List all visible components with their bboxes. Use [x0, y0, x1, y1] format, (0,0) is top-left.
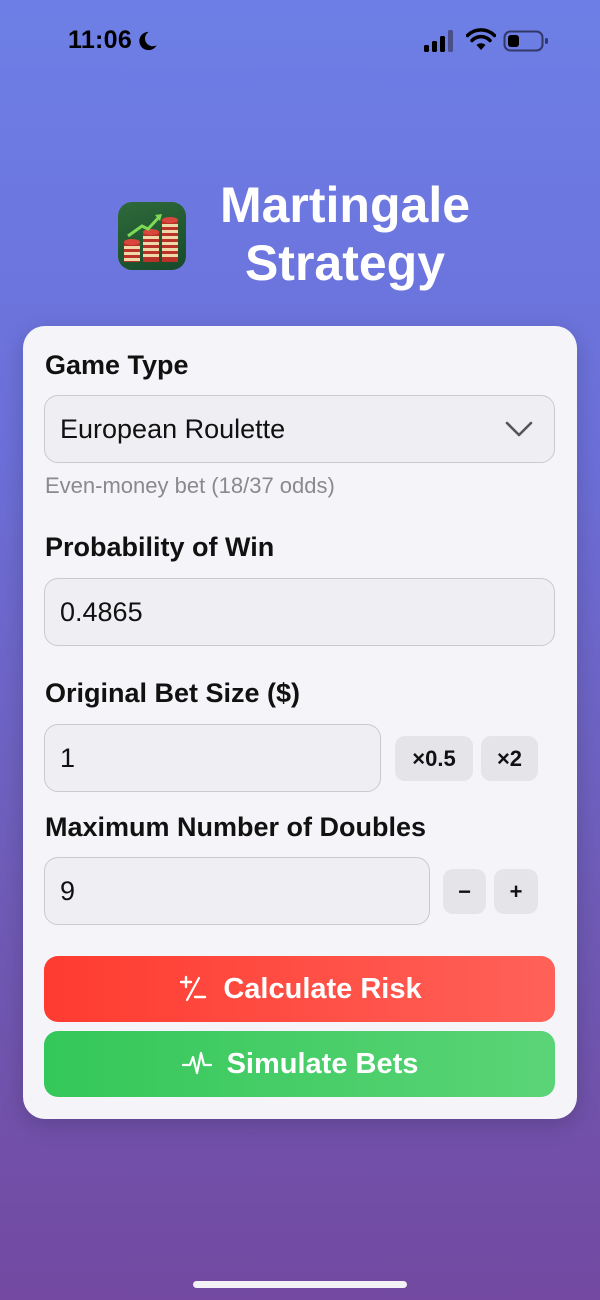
bet-size-value: 1: [60, 742, 76, 773]
simulate-bets-button[interactable]: Simulate Bets: [44, 1031, 555, 1097]
page-title: Martingale Strategy: [219, 177, 471, 291]
bet-size-label: Original Bet Size ($): [45, 678, 301, 708]
simulate-bets-label: Simulate Bets: [226, 1047, 419, 1080]
probability-label: Probability of Win: [45, 532, 275, 562]
battery-icon: [503, 30, 548, 52]
game-type-select[interactable]: European Roulette: [44, 395, 555, 463]
max-doubles-label: Maximum Number of Doubles: [45, 812, 427, 842]
game-type-value: European Roulette: [60, 413, 286, 444]
strategy-form-card: Game Type European Roulette Even-money b…: [23, 326, 577, 1119]
chip-stacks-icon: [124, 214, 178, 262]
chevron-down-icon: [505, 421, 533, 437]
half-bet-button[interactable]: ×0.5: [395, 736, 473, 781]
max-doubles-input[interactable]: 9: [44, 857, 430, 925]
bet-size-input[interactable]: 1: [44, 724, 381, 792]
probability-value: 0.4865: [60, 596, 143, 627]
wifi-icon: [466, 28, 496, 50]
double-bet-button[interactable]: ×2: [481, 736, 538, 781]
app-logo: [118, 202, 186, 270]
status-time: 11:06: [68, 26, 133, 54]
probability-input[interactable]: 0.4865: [44, 578, 555, 646]
waveform-icon: [181, 1051, 212, 1075]
max-doubles-value: 9: [60, 875, 76, 906]
calculate-risk-button[interactable]: Calculate Risk: [44, 956, 555, 1022]
game-type-hint: Even-money bet (18/37 odds): [45, 473, 335, 498]
increment-button[interactable]: +: [494, 869, 538, 914]
game-type-label: Game Type: [45, 350, 189, 380]
plus-minus-icon: [180, 975, 207, 1002]
calculate-risk-label: Calculate Risk: [223, 972, 422, 1005]
decrement-button[interactable]: −: [443, 869, 486, 914]
home-indicator[interactable]: [193, 1281, 407, 1288]
status-bar: 11:06: [0, 0, 600, 84]
moon-icon: [139, 31, 157, 51]
cellular-signal-icon: [424, 30, 453, 52]
